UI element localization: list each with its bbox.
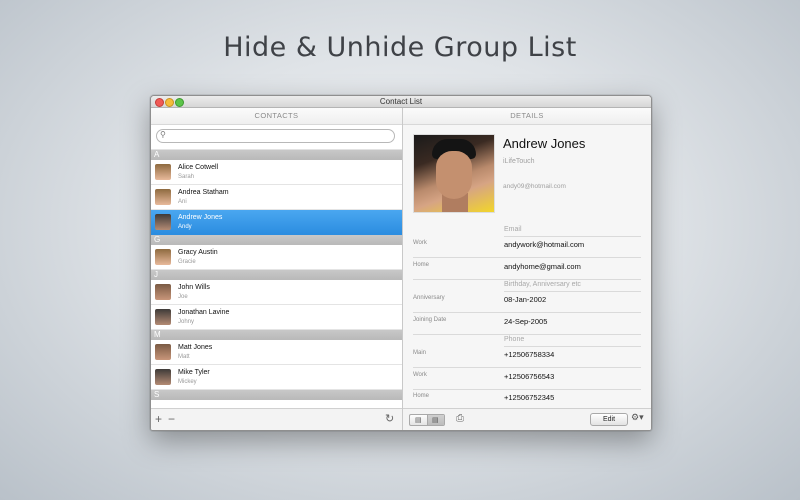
- contact-primary-email: andy09@hotmail.com: [503, 183, 566, 190]
- joining-date-field: Joining Date 24-Sep-2005: [413, 314, 641, 335]
- contact-name: John Wills: [178, 284, 210, 291]
- window-title: Contact List: [379, 97, 423, 106]
- list-view-button[interactable]: ▤: [410, 415, 428, 425]
- contact-row-alice-cotwell[interactable]: Alice Cotwell Sarah: [151, 160, 402, 185]
- contact-nickname: Mickey: [178, 379, 197, 385]
- avatar: [155, 284, 171, 300]
- contact-name: Alice Cotwell: [178, 164, 219, 171]
- contact-row-jonathan-lavine[interactable]: Jonathan Lavine Johny: [151, 305, 402, 330]
- dates-group-header: Birthday, Anniversary etc: [504, 281, 641, 292]
- field-label: Anniversary: [413, 295, 445, 301]
- contacts-panel: CONTACTS ⚲ A Alice Cotwell Sarah Andrea …: [151, 108, 403, 430]
- field-label: Home: [413, 262, 430, 268]
- contact-list-window: Contact List CONTACTS ⚲ A Alice Cotwell …: [150, 95, 652, 431]
- contact-full-name: Andrew Jones: [503, 136, 586, 151]
- contact-name: Andrew Jones: [178, 214, 223, 221]
- print-icon[interactable]: ⎙: [456, 413, 464, 424]
- avatar: [155, 309, 171, 325]
- avatar: [155, 369, 171, 385]
- contact-nickname: Matt: [178, 354, 190, 360]
- section-header-m: M: [151, 330, 402, 340]
- contact-name: Jonathan Lavine: [178, 309, 230, 316]
- phone-group-header: Phone: [504, 336, 641, 347]
- home-email-field: Home andyhome@gmail.com: [413, 259, 641, 280]
- field-value: 08-Jan-2002: [504, 295, 547, 304]
- field-label: Joining Date: [413, 317, 447, 323]
- work-phone-field: Work +12506756543: [413, 369, 641, 390]
- avatar: [155, 164, 171, 180]
- list-view-icon: ▤: [415, 417, 422, 424]
- anniversary-field: Anniversary 08-Jan-2002: [413, 292, 641, 313]
- home-phone-field: Home +12506752345: [413, 390, 641, 410]
- detail-view-button[interactable]: ▤: [428, 415, 444, 425]
- detail-view-icon: ▤: [432, 417, 439, 424]
- contact-nickname: Andy: [178, 224, 192, 230]
- contact-row-john-wills[interactable]: John Wills Joe: [151, 280, 402, 305]
- contact-name: Matt Jones: [178, 344, 213, 351]
- avatar: [155, 189, 171, 205]
- details-panel: DETAILS Andrew Jones iLifeTouch andy09@h…: [403, 108, 651, 430]
- field-value: andyhome@gmail.com: [504, 262, 581, 271]
- remove-contact-button[interactable]: −: [168, 413, 175, 425]
- field-value: 24-Sep-2005: [504, 317, 548, 326]
- section-header-j: J: [151, 270, 402, 280]
- search-bar: ⚲: [151, 125, 402, 150]
- field-value: +12506752345: [504, 393, 555, 402]
- contact-nickname: Gracie: [178, 259, 196, 265]
- contact-row-andrew-jones[interactable]: Andrew Jones Andy: [151, 210, 402, 235]
- section-header-a: A: [151, 150, 402, 160]
- contact-name: Andrea Statham: [178, 189, 229, 196]
- contact-organization: iLifeTouch: [503, 158, 535, 165]
- contact-row-gracy-austin[interactable]: Gracy Austin Gracie: [151, 245, 402, 270]
- contacts-list[interactable]: A Alice Cotwell Sarah Andrea Statham Ani…: [151, 150, 402, 406]
- search-icon: ⚲: [160, 130, 166, 139]
- section-header-s: S: [151, 390, 402, 400]
- section-header-g: G: [151, 235, 402, 245]
- field-label: Work: [413, 240, 427, 246]
- email-group-header: Email: [504, 226, 641, 237]
- contact-name: Gracy Austin: [178, 249, 218, 256]
- search-field[interactable]: ⚲: [156, 129, 395, 143]
- avatar: [155, 249, 171, 265]
- field-value: +12506756543: [504, 372, 555, 381]
- contact-name: Mike Tyler: [178, 369, 210, 376]
- contacts-header: CONTACTS: [151, 108, 402, 125]
- add-contact-button[interactable]: +: [155, 413, 162, 425]
- field-value: +12506758334: [504, 350, 555, 359]
- gear-icon[interactable]: ⚙▾: [631, 412, 644, 423]
- field-value: andywork@hotmail.com: [504, 240, 585, 249]
- field-label: Home: [413, 393, 430, 399]
- view-toggle[interactable]: ▤ ▤: [409, 414, 445, 426]
- contact-nickname: Johny: [178, 319, 195, 325]
- refresh-icon[interactable]: ↻: [385, 413, 394, 425]
- work-email-field: Work andywork@hotmail.com: [413, 237, 641, 258]
- edit-button[interactable]: Edit: [590, 413, 628, 426]
- contact-nickname: Sarah: [178, 174, 195, 180]
- contact-row-andrea-statham[interactable]: Andrea Statham Ani: [151, 185, 402, 210]
- details-header: DETAILS: [403, 108, 651, 125]
- contacts-toolbar: + − ↻: [151, 408, 402, 430]
- main-phone-field: Main +12506758334: [413, 347, 641, 368]
- contact-row-matt-jones[interactable]: Matt Jones Matt: [151, 340, 402, 365]
- field-label: Work: [413, 372, 427, 378]
- field-label: Main: [413, 350, 427, 356]
- page-headline: Hide & Unhide Group List: [223, 32, 577, 63]
- avatar: [155, 344, 171, 360]
- contact-nickname: Joe: [178, 294, 188, 300]
- contact-photo: [413, 134, 495, 213]
- search-input[interactable]: [171, 130, 386, 141]
- contact-nickname: Ani: [178, 199, 187, 205]
- details-toolbar: ▤ ▤ ⎙ Edit ⚙▾: [403, 408, 651, 430]
- avatar: [155, 214, 171, 230]
- titlebar: Contact List: [151, 96, 651, 108]
- contact-row-mike-tyler[interactable]: Mike Tyler Mickey: [151, 365, 402, 390]
